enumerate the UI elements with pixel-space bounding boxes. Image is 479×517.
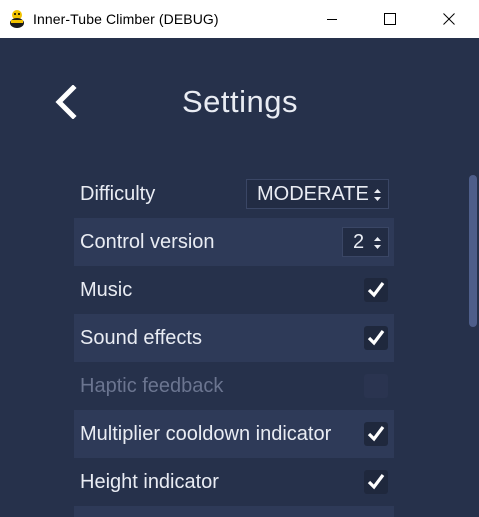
setting-row-height-indicator: Height indicator <box>74 458 394 506</box>
back-chevron-icon <box>55 85 77 119</box>
setting-row-multiplier-indicator: Multiplier cooldown indicator <box>74 410 394 458</box>
difficulty-select[interactable]: MODERATE <box>246 179 389 209</box>
multiplier-indicator-checkbox[interactable] <box>364 422 388 446</box>
setting-row-haptic-feedback: Haptic feedback <box>74 362 394 410</box>
height-indicator-checkbox[interactable] <box>364 470 388 494</box>
setting-row-control-version: Control version 2 <box>74 218 394 266</box>
close-icon <box>443 13 455 25</box>
scrollbar-thumb[interactable] <box>469 175 477 327</box>
setting-row-difficulty: Difficulty MODERATE <box>74 170 394 218</box>
settings-screen: Settings Difficulty MODERATE Control ver… <box>0 38 479 517</box>
setting-row-music: Music <box>74 266 394 314</box>
window-title: Inner-Tube Climber (DEBUG) <box>33 11 219 27</box>
setting-row-sound-effects: Sound effects <box>74 314 394 362</box>
sound-effects-label: Sound effects <box>80 327 202 349</box>
control-version-label: Control version <box>80 231 215 253</box>
select-arrows-icon <box>374 237 381 249</box>
vertical-scrollbar[interactable] <box>467 173 479 517</box>
haptic-feedback-checkbox <box>364 374 388 398</box>
maximize-icon <box>384 13 396 25</box>
difficulty-label: Difficulty <box>80 183 156 205</box>
haptic-feedback-label: Haptic feedback <box>80 375 224 397</box>
minimize-icon <box>327 19 337 20</box>
window-titlebar: Inner-Tube Climber (DEBUG) <box>0 0 479 39</box>
music-label: Music <box>80 279 133 301</box>
checkmark-icon <box>367 330 385 346</box>
select-arrows-icon <box>374 189 381 201</box>
minimize-button[interactable] <box>303 0 361 38</box>
checkmark-icon <box>367 426 385 442</box>
setting-row-next <box>74 506 394 517</box>
close-button[interactable] <box>420 0 478 38</box>
maximize-button[interactable] <box>361 0 419 38</box>
difficulty-value: MODERATE <box>257 183 369 205</box>
app-character-icon <box>9 9 25 29</box>
back-button[interactable] <box>48 83 82 121</box>
control-version-select[interactable]: 2 <box>342 227 389 257</box>
checkmark-icon <box>367 282 385 298</box>
checkmark-icon <box>367 474 385 490</box>
height-indicator-label: Height indicator <box>80 471 219 493</box>
music-checkbox[interactable] <box>364 278 388 302</box>
page-title: Settings <box>181 84 298 119</box>
multiplier-indicator-label: Multiplier cooldown indicator <box>80 423 332 445</box>
control-version-value: 2 <box>353 231 365 253</box>
sound-effects-checkbox[interactable] <box>364 326 388 350</box>
